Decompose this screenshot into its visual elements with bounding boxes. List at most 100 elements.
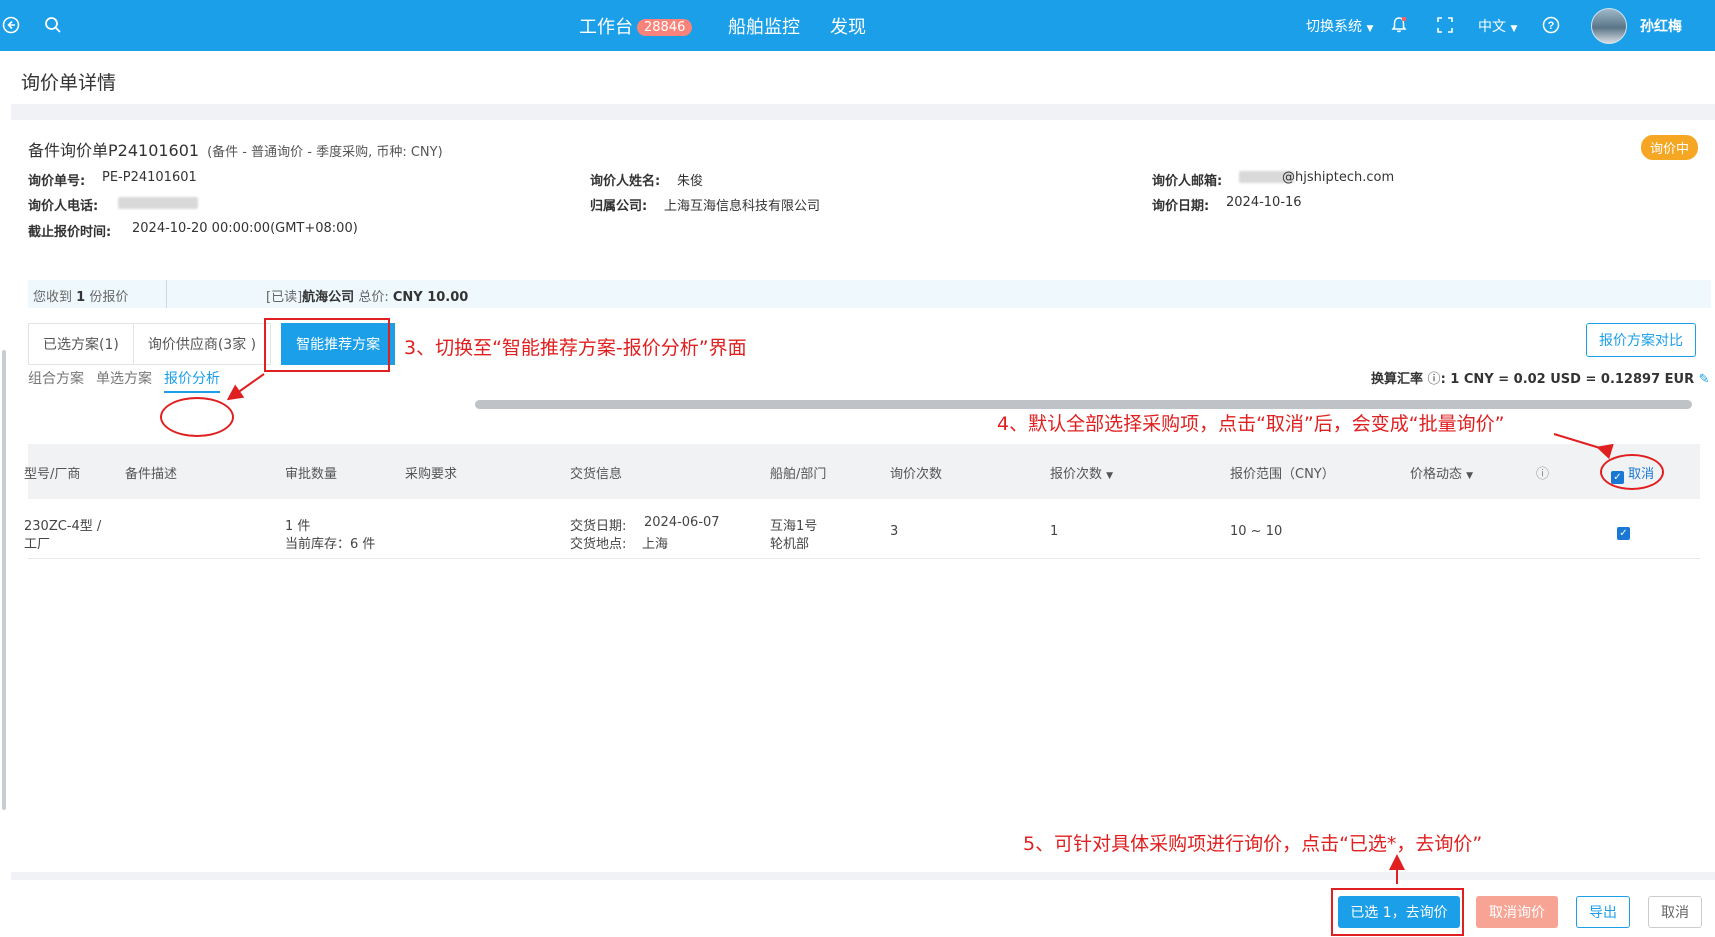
workbench-count-badge: 28846 [637, 19, 693, 36]
col-model: 型号/厂商 [24, 467, 81, 482]
supplier-quote-summary[interactable]: [已读]航海公司 总价: CNY 10.00 [266, 286, 468, 305]
search-icon[interactable] [42, 14, 64, 36]
caret-down-icon: ▼ [1366, 24, 1374, 34]
vertical-scrollbar[interactable] [2, 350, 6, 810]
back-icon[interactable] [0, 14, 22, 36]
subtab-combo[interactable]: 组合方案 [28, 368, 84, 388]
col-quote-count-label: 报价次数 [1050, 467, 1103, 482]
cell-delivery-place: 上海 [642, 537, 669, 552]
divider [166, 280, 167, 308]
top-bar: 工作台 28846 船舶监控 发现 切换系统 ▼ 中文 ▼ ? 孙红梅 [0, 0, 1715, 51]
read-tag: [已读] [266, 290, 303, 305]
deadline-value: 2024-10-20 00:00:00(GMT+08:00) [132, 221, 358, 236]
cell-dept: 轮机部 [770, 537, 810, 552]
received-count: 1 [76, 290, 86, 305]
quote-summary-bar: 您收到 1 份报价 [已读]航海公司 总价: CNY 10.00 [28, 280, 1711, 308]
total-label: 总价: [358, 290, 389, 305]
col-price-trend-label: 价格动态 [1410, 467, 1463, 482]
horizontal-scrollbar[interactable] [475, 400, 1692, 409]
nav-ship-monitor[interactable]: 船舶监控 [728, 13, 800, 39]
col-purchase-req: 采购要求 [405, 467, 458, 482]
annotation-box-go-inquiry [1331, 888, 1464, 936]
cell-model-line1: 230ZC-4型 / [24, 519, 102, 534]
email-label: 询价人邮箱: [1152, 174, 1223, 189]
edit-icon[interactable]: ✎ [1699, 372, 1710, 387]
switch-system-dropdown[interactable]: 切换系统 ▼ [1306, 16, 1373, 36]
company-label: 归属公司: [590, 199, 648, 214]
redacted-phone [118, 197, 198, 209]
compare-schemes-button[interactable]: 报价方案对比 [1586, 323, 1696, 357]
sheet-title: 备件询价单P24101601 (备件 - 普通询价 - 季度采购, 币种: CNY… [28, 137, 443, 161]
exchange-rate-label: 换算汇率 [1371, 372, 1424, 387]
svg-text:?: ? [1548, 20, 1555, 32]
subtab-single[interactable]: 单选方案 [96, 368, 152, 388]
table-row[interactable]: 230ZC-4型 / 工厂 1 件 当前库存：6 件 交货日期: 2024-06… [24, 499, 1700, 559]
page-header: 询价单详情 [11, 51, 1715, 104]
nav-discover[interactable]: 发现 [830, 13, 866, 39]
tab-selected-scheme[interactable]: 已选方案(1) [28, 323, 134, 365]
sort-caret-icon: ▼ [1466, 471, 1474, 481]
language-dropdown[interactable]: 中文 ▼ [1478, 16, 1517, 36]
col-delivery: 交货信息 [570, 467, 623, 482]
export-button[interactable]: 导出 [1576, 896, 1630, 928]
contact-name-label: 询价人姓名: [590, 174, 661, 189]
cell-delivery-place-label: 交货地点: [570, 537, 627, 552]
received-quotes-text: 您收到 1 份报价 [33, 286, 128, 305]
email-value: @hjshiptech.com [1282, 170, 1395, 185]
tab-inquiry-suppliers[interactable]: 询价供应商(3家 ) [133, 323, 272, 365]
cancel-button[interactable]: 取消 [1648, 896, 1702, 928]
received-suffix: 份报价 [89, 290, 129, 305]
nav-workbench[interactable]: 工作台 28846 [579, 13, 693, 39]
cell-quote-range: 10 ~ 10 [1230, 524, 1283, 539]
cell-quote-count: 1 [1050, 524, 1059, 539]
supplier-name: 航海公司 [302, 290, 355, 305]
caret-down-icon: ▼ [1510, 24, 1518, 34]
order-no-value: PE-P24101601 [102, 170, 197, 185]
sheet-subtitle: (备件 - 普通询价 - 季度采购, 币种: CNY) [207, 145, 443, 160]
switch-system-label: 切换系统 [1306, 19, 1362, 35]
col-inquiry-count: 询价次数 [890, 467, 943, 482]
order-no-label: 询价单号: [28, 174, 86, 189]
help-icon[interactable]: ? [1540, 14, 1562, 36]
annotation-circle-cancel [1600, 454, 1664, 490]
cancel-inquiry-button[interactable]: 取消询价 [1476, 896, 1558, 928]
cell-model-line2: 工厂 [24, 537, 51, 552]
col-price-trend[interactable]: 价格动态 ▼ [1410, 463, 1473, 482]
cell-inquiry-count: 3 [890, 524, 899, 539]
col-quote-count[interactable]: 报价次数 ▼ [1050, 463, 1113, 482]
info-icon[interactable]: ⓘ [1428, 372, 1441, 387]
sort-caret-icon: ▼ [1106, 471, 1114, 481]
row-checkbox[interactable]: ✓ [1617, 523, 1630, 540]
page-title: 询价单详情 [21, 72, 117, 94]
annotation-step-4: 4、默认全部选择采购项，点击“取消”后，会变成“批量询价” [997, 413, 1505, 435]
cell-delivery-date: 2024-06-07 [644, 515, 720, 530]
phone-label: 询价人电话: [28, 199, 99, 214]
cell-qty: 1 件 [285, 519, 311, 534]
deadline-label: 截止报价时间: [28, 225, 112, 240]
exchange-rate: 换算汇率 ⓘ: 1 CNY = 0.02 USD = 0.12897 EUR ✎ [1371, 372, 1710, 387]
cell-ship: 互海1号 [770, 519, 818, 534]
annotation-step-5: 5、可针对具体采购项进行询价，点击“已选*，去询价” [1023, 833, 1483, 855]
info-icon[interactable]: ⓘ [1536, 463, 1549, 482]
col-quote-range: 报价范围（CNY） [1230, 467, 1335, 482]
table-header: 型号/厂商 备件描述 审批数量 采购要求 交货信息 船舶/部门 询价次数 报价次… [24, 444, 1700, 499]
user-name[interactable]: 孙红梅 [1640, 16, 1682, 36]
annotation-step-3: 3、切换至“智能推荐方案-报价分析”界面 [404, 337, 747, 359]
col-desc: 备件描述 [125, 467, 178, 482]
nav-workbench-label: 工作台 [579, 17, 633, 38]
fullscreen-icon[interactable] [1434, 14, 1456, 36]
annotation-box-smart-tab [264, 318, 390, 372]
received-prefix: 您收到 [33, 290, 73, 305]
inquiry-date-value: 2024-10-16 [1226, 195, 1302, 210]
sheet-title-text: 备件询价单P24101601 [28, 141, 200, 160]
company-value: 上海互海信息科技有限公司 [664, 199, 821, 214]
cell-delivery-date-label: 交货日期: [570, 519, 627, 534]
total-value: CNY 10.00 [392, 290, 469, 305]
avatar[interactable] [1591, 8, 1627, 44]
subtab-quote-analysis[interactable]: 报价分析 [164, 368, 220, 393]
language-label: 中文 [1478, 19, 1506, 35]
contact-name-value: 朱俊 [677, 174, 704, 189]
exchange-rate-value: 1 CNY = 0.02 USD = 0.12897 EUR [1450, 372, 1695, 387]
col-ship-dept: 船舶/部门 [770, 467, 827, 482]
bell-icon[interactable] [1388, 14, 1410, 36]
